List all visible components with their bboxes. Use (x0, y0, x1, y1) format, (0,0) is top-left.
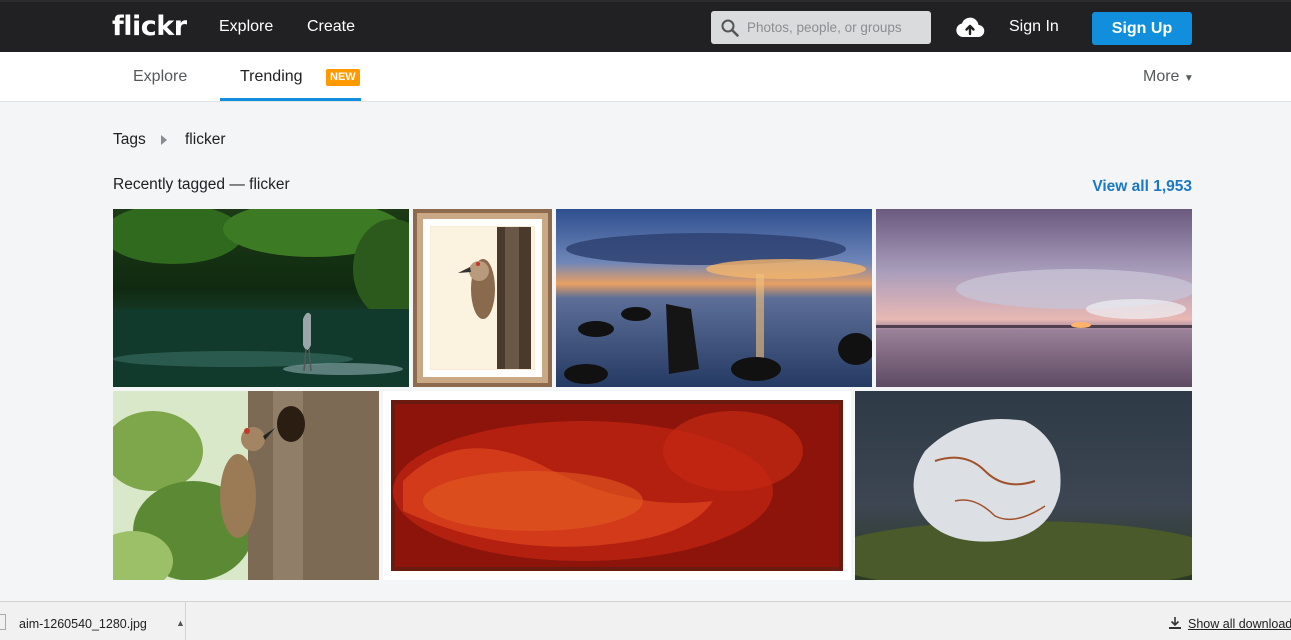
tab-explore[interactable]: Explore (133, 68, 187, 86)
more-label: More (1143, 68, 1180, 85)
photo-sunset-rocks[interactable] (556, 209, 872, 387)
breadcrumb-separator-icon (161, 135, 167, 145)
sub-navigation: Explore Trending (0, 52, 1291, 102)
photo-heron-image (113, 209, 409, 387)
photo-woodpecker-tree[interactable] (113, 391, 379, 580)
section-title: Recently tagged — flicker (113, 176, 290, 193)
photo-red-drops-image (391, 400, 843, 571)
search-box[interactable] (711, 11, 931, 44)
view-all-link[interactable]: View all 1,953 (1092, 178, 1192, 196)
download-menu-caret-icon[interactable]: ▲ (176, 618, 185, 628)
photo-woodpecker-tree-image (113, 391, 379, 580)
photo-quartz-rock-image (855, 391, 1192, 580)
sign-up-button[interactable]: Sign Up (1092, 12, 1192, 45)
download-filename: aim-1260540_1280.jpg (19, 617, 147, 631)
nav-explore[interactable]: Explore (219, 18, 273, 36)
active-tab-indicator (220, 98, 361, 101)
photo-purple-beach[interactable] (876, 209, 1192, 387)
photo-red-drops[interactable] (383, 391, 851, 580)
search-input[interactable] (747, 11, 927, 44)
more-menu[interactable]: More ▼ (1143, 68, 1194, 86)
breadcrumb-tags[interactable]: Tags (113, 131, 146, 149)
photo-purple-beach-image (876, 209, 1192, 387)
show-all-downloads-link[interactable]: Show all downloads (1188, 617, 1291, 631)
photo-heron[interactable] (113, 209, 409, 387)
caret-down-icon: ▼ (1183, 73, 1194, 84)
top-bar: flickr Explore Create Sign In Sign Up (0, 0, 1291, 52)
tab-trending[interactable]: Trending (240, 68, 303, 86)
upload-cloud-icon[interactable] (955, 16, 985, 38)
download-icon (1169, 617, 1181, 629)
breadcrumb-current: flicker (185, 131, 226, 148)
download-item[interactable]: aim-1260540_1280.jpg ▲ (0, 602, 186, 640)
photo-woodpecker-framed[interactable] (413, 209, 552, 387)
sign-in-link[interactable]: Sign In (1009, 18, 1059, 36)
downloads-bar: aim-1260540_1280.jpg ▲ Show all download… (0, 601, 1291, 640)
nav-create[interactable]: Create (307, 18, 355, 36)
photo-sunset-rocks-image (556, 209, 872, 387)
flickr-logo[interactable]: flickr (112, 11, 187, 42)
photo-woodpecker-framed-image (413, 209, 552, 387)
photo-quartz-rock[interactable] (855, 391, 1192, 580)
search-icon (721, 19, 739, 37)
new-badge: NEW (326, 69, 360, 86)
